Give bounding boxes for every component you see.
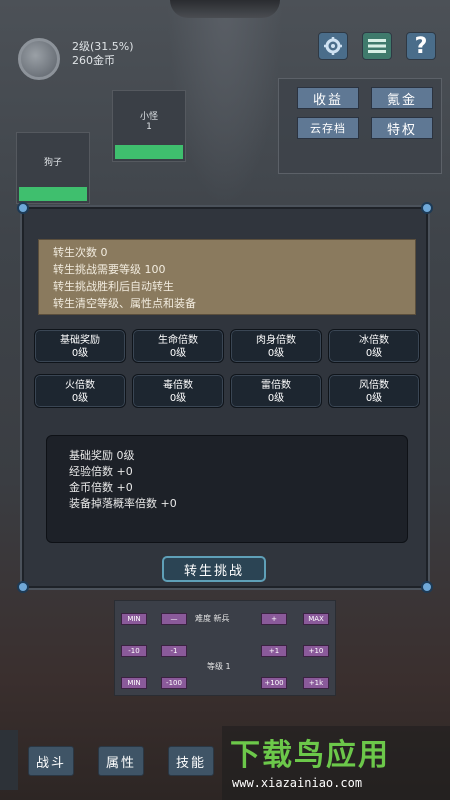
- rebirth-dialog: 转生次数 0 转生挑战需要等级 100 转生挑战胜利后自动转生 转生清空等级、属…: [17, 202, 433, 593]
- multiplier-fire[interactable]: 火倍数 0级: [34, 374, 126, 408]
- multiplier-life[interactable]: 生命倍数 0级: [132, 329, 224, 363]
- side-menu-panel: 收益 氪金 云存档 特权: [278, 78, 442, 174]
- rebirth-challenge-button[interactable]: 转生挑战: [162, 556, 266, 582]
- help-button[interactable]: ?: [406, 32, 436, 60]
- difficulty-plus-button[interactable]: +: [261, 613, 287, 625]
- corner-gem: [421, 581, 433, 593]
- level-minus-100-button[interactable]: -100: [161, 677, 187, 689]
- info-line: 转生挑战胜利后自动转生: [53, 280, 174, 293]
- level-plus-1k-button[interactable]: +1k: [303, 677, 329, 689]
- watermark-title: 下载鸟应用: [230, 738, 390, 773]
- frame-ornament: [0, 730, 18, 790]
- summary-line: 基础奖励 0级: [69, 449, 135, 462]
- level-plus-1-button[interactable]: +1: [261, 645, 287, 657]
- avatar[interactable]: [18, 38, 60, 80]
- multiplier-label: 风倍数: [359, 380, 389, 391]
- multiplier-label: 毒倍数: [163, 380, 193, 391]
- difficulty-panel: MIN — 难度 新兵 + MAX -10 -1 +1 +10 等级 1 MIN…: [114, 600, 336, 696]
- cloud-save-button[interactable]: 云存档: [297, 117, 359, 139]
- menu-icon: [368, 39, 386, 53]
- enemy-card[interactable]: 小怪 1: [112, 90, 186, 162]
- difficulty-min-button[interactable]: MIN: [121, 613, 147, 625]
- level-label: 等级 1: [207, 662, 231, 671]
- settings-button[interactable]: [318, 32, 348, 60]
- multiplier-value: 0级: [71, 348, 89, 359]
- multiplier-label: 冰倍数: [359, 335, 389, 346]
- corner-gem: [17, 202, 29, 214]
- watermark: 下载鸟应用 www.xiazainiao.com: [222, 726, 450, 800]
- privilege-button[interactable]: 特权: [371, 117, 433, 139]
- level-plus-10-button[interactable]: +10: [303, 645, 329, 657]
- enemy-name: 狗子: [43, 158, 62, 168]
- corner-gem: [17, 581, 29, 593]
- multiplier-value: 0级: [267, 393, 285, 404]
- multiplier-wind[interactable]: 风倍数 0级: [328, 374, 420, 408]
- multiplier-ice[interactable]: 冰倍数 0级: [328, 329, 420, 363]
- gold-amount: 260金币: [72, 54, 115, 67]
- enemy-name: 小怪: [139, 112, 158, 122]
- multiplier-label: 雷倍数: [261, 380, 291, 391]
- level-plus-100-button[interactable]: +100: [261, 677, 287, 689]
- multiplier-base-reward[interactable]: 基础奖励 0级: [34, 329, 126, 363]
- corner-gem: [421, 202, 433, 214]
- summary-line: 装备掉落概率倍数 +0: [69, 497, 177, 510]
- multiplier-value: 0级: [169, 348, 187, 359]
- info-line: 转生挑战需要等级 100: [53, 263, 166, 276]
- rebirth-summary: 基础奖励 0级 经验倍数 +0 金币倍数 +0 装备掉落概率倍数 +0: [46, 435, 408, 543]
- income-button[interactable]: 收益: [297, 87, 359, 109]
- difficulty-max-button[interactable]: MAX: [303, 613, 329, 625]
- multiplier-thunder[interactable]: 雷倍数 0级: [230, 374, 322, 408]
- multiplier-value: 0级: [169, 393, 187, 404]
- multiplier-poison[interactable]: 毒倍数 0级: [132, 374, 224, 408]
- gear-icon: [324, 37, 342, 55]
- enemy-level: 1: [146, 122, 152, 132]
- difficulty-minus-button[interactable]: —: [161, 613, 187, 625]
- level-min-button[interactable]: MIN: [121, 677, 147, 689]
- multiplier-label: 肉身倍数: [256, 335, 296, 346]
- multiplier-value: 0级: [267, 348, 285, 359]
- rebirth-info: 转生次数 0 转生挑战需要等级 100 转生挑战胜利后自动转生 转生清空等级、属…: [38, 239, 416, 315]
- watermark-url: www.xiazainiao.com: [232, 776, 363, 790]
- summary-line: 经验倍数 +0: [69, 465, 133, 478]
- multiplier-body[interactable]: 肉身倍数 0级: [230, 329, 322, 363]
- hp-bar: [19, 187, 87, 201]
- difficulty-label: 难度 新兵: [195, 614, 230, 623]
- enemy-card[interactable]: 狗子: [16, 132, 90, 204]
- info-line: 转生次数 0: [53, 246, 108, 259]
- skull-ornament: [170, 0, 280, 18]
- nav-battle-button[interactable]: 战斗: [28, 746, 74, 776]
- level-minus-1-button[interactable]: -1: [161, 645, 187, 657]
- menu-button[interactable]: [362, 32, 392, 60]
- multiplier-label: 火倍数: [65, 380, 95, 391]
- summary-line: 金币倍数 +0: [69, 481, 133, 494]
- multiplier-label: 基础奖励: [60, 335, 100, 346]
- multiplier-label: 生命倍数: [158, 335, 198, 346]
- multiplier-value: 0级: [365, 393, 383, 404]
- multiplier-value: 0级: [71, 393, 89, 404]
- info-line: 转生清空等级、属性点和装备: [53, 297, 196, 310]
- recharge-button[interactable]: 氪金: [371, 87, 433, 109]
- nav-attributes-button[interactable]: 属性: [98, 746, 144, 776]
- level-minus-10-button[interactable]: -10: [121, 645, 147, 657]
- multiplier-value: 0级: [365, 348, 383, 359]
- hp-bar: [115, 145, 183, 159]
- nav-skills-button[interactable]: 技能: [168, 746, 214, 776]
